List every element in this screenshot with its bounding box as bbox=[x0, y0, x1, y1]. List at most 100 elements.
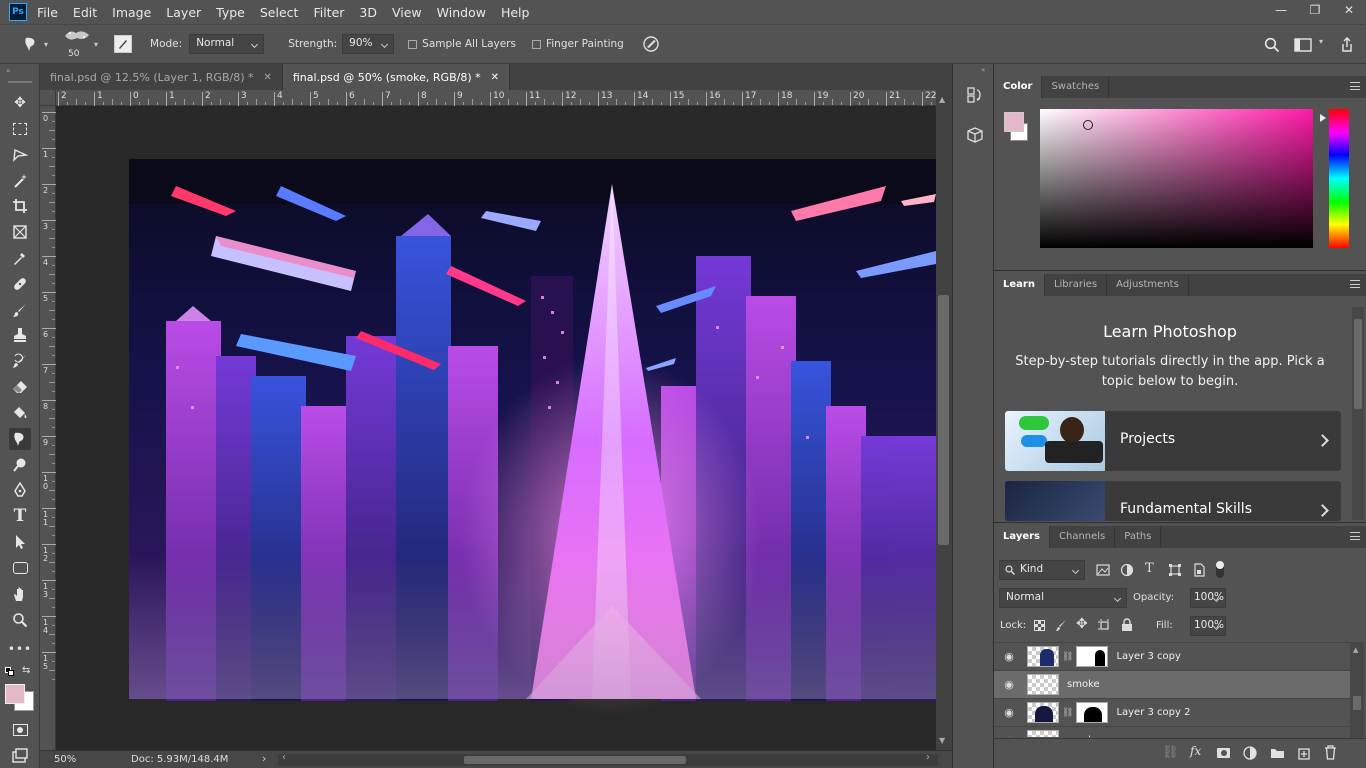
search-icon[interactable] bbox=[1264, 37, 1280, 53]
lock-position-icon[interactable]: ✥ bbox=[1076, 616, 1088, 632]
tab-paths[interactable]: Paths bbox=[1115, 526, 1162, 548]
learn-panel-menu-icon[interactable] bbox=[1350, 280, 1360, 288]
finger-painting-checkbox[interactable]: Finger Painting bbox=[531, 38, 624, 50]
color-panel-foreground-swatch[interactable] bbox=[1004, 112, 1024, 132]
screen-mode-icon[interactable] bbox=[9, 745, 31, 767]
hand-tool-icon[interactable] bbox=[9, 583, 31, 605]
zoom-tool-icon[interactable] bbox=[9, 609, 31, 631]
ruler-origin[interactable] bbox=[40, 90, 56, 106]
vertical-ruler[interactable]: 0 1 2 3 4 5 6 7 8 9 1 0 1 1 1 2 1 3 1 4 1 5 bbox=[40, 106, 56, 750]
filter-smart-object-icon[interactable] bbox=[1192, 563, 1206, 577]
preset-dropdown-arrow[interactable]: ▾ bbox=[44, 40, 48, 49]
move-tool-icon[interactable]: ✥ bbox=[9, 92, 31, 114]
layer-filter-kind-dropdown[interactable]: Kind bbox=[999, 560, 1085, 580]
menu-select[interactable]: Select bbox=[260, 5, 299, 20]
layer-mask-thumbnail[interactable] bbox=[1076, 702, 1109, 723]
trash-icon[interactable] bbox=[1324, 745, 1337, 760]
strength-field[interactable]: 90% bbox=[342, 34, 395, 54]
menu-3d[interactable]: 3D bbox=[359, 5, 377, 20]
close-button[interactable]: ✕ bbox=[1332, 0, 1366, 24]
visibility-eye-icon[interactable]: ◉ bbox=[1002, 678, 1016, 691]
more-tools-icon[interactable]: ••• bbox=[8, 638, 31, 660]
learn-panel-scrollbar-thumb[interactable] bbox=[1354, 319, 1362, 409]
layer-row-layer-3-copy[interactable]: ◉ ⛓ Layer 3 copy bbox=[994, 642, 1350, 670]
eyedropper-tool-icon[interactable] bbox=[9, 247, 31, 269]
smudge-tool-icon[interactable] bbox=[9, 428, 31, 450]
layer-name[interactable]: Layer 3 copy 2 bbox=[1116, 707, 1190, 718]
scroll-right-icon[interactable]: › bbox=[926, 752, 930, 763]
brush-preset-picker[interactable]: 50 bbox=[62, 27, 94, 61]
share-icon[interactable] bbox=[1338, 36, 1356, 54]
history-panel-icon[interactable] bbox=[966, 86, 984, 104]
scroll-down-icon[interactable]: ▼ bbox=[939, 736, 945, 745]
zoom-level[interactable]: 50% bbox=[54, 754, 76, 765]
restore-button[interactable]: ❐ bbox=[1298, 0, 1332, 24]
tab-libraries[interactable]: Libraries bbox=[1045, 274, 1108, 296]
marquee-tool-icon[interactable] bbox=[9, 118, 31, 140]
path-selection-tool-icon[interactable] bbox=[9, 531, 31, 553]
adjustment-icon[interactable] bbox=[1243, 746, 1257, 760]
filter-toggle-switch[interactable] bbox=[1216, 561, 1224, 578]
learn-card-projects[interactable]: Projects bbox=[1005, 411, 1341, 471]
mode-dropdown[interactable]: Normal bbox=[189, 34, 265, 54]
menu-file[interactable]: File bbox=[37, 5, 58, 20]
swap-colors-icon[interactable]: ⇆ bbox=[22, 665, 30, 676]
3d-panel-icon[interactable] bbox=[966, 126, 984, 144]
workspace-dropdown-arrow[interactable]: ▾ bbox=[1319, 37, 1323, 46]
menu-help[interactable]: Help bbox=[501, 5, 530, 20]
layers-scrollbar-thumb[interactable] bbox=[1353, 696, 1361, 710]
scroll-left-icon[interactable]: ‹ bbox=[282, 752, 286, 763]
collapse-toolbar-icon[interactable]: » bbox=[6, 67, 10, 75]
vertical-scrollbar[interactable]: ▲ ▼ bbox=[936, 90, 952, 750]
lock-transparent-pixels-icon[interactable] bbox=[1034, 620, 1045, 631]
tab-learn[interactable]: Learn bbox=[994, 274, 1045, 296]
lock-artboard-icon[interactable] bbox=[1098, 619, 1111, 632]
color-picker-cursor[interactable] bbox=[1083, 120, 1093, 130]
scroll-up-icon[interactable]: ▲ bbox=[939, 95, 945, 104]
type-tool-icon[interactable]: T bbox=[9, 505, 31, 527]
visibility-eye-icon[interactable]: ◉ bbox=[1002, 734, 1016, 737]
layer-mask-thumbnail[interactable] bbox=[1076, 646, 1109, 667]
visibility-eye-icon[interactable]: ◉ bbox=[1002, 650, 1016, 663]
new-layer-icon[interactable] bbox=[1297, 746, 1311, 760]
close-tab-icon[interactable]: ✕ bbox=[263, 72, 271, 83]
document-canvas-image[interactable] bbox=[56, 106, 936, 750]
smudge-tool-preset-icon[interactable] bbox=[22, 35, 40, 53]
filter-type-icon[interactable]: T bbox=[1145, 561, 1154, 576]
collapse-dock-icon[interactable]: « bbox=[981, 66, 985, 74]
menu-window[interactable]: Window bbox=[437, 5, 486, 20]
filter-pixel-icon[interactable] bbox=[1096, 563, 1110, 577]
visibility-eye-icon[interactable]: ◉ bbox=[1002, 706, 1016, 719]
tab-color[interactable]: Color bbox=[994, 76, 1043, 98]
filter-shape-icon[interactable] bbox=[1168, 563, 1182, 577]
brush-settings-panel-icon[interactable] bbox=[114, 35, 133, 53]
folder-icon[interactable] bbox=[1270, 747, 1285, 759]
menu-type[interactable]: Type bbox=[216, 5, 245, 20]
pen-tool-icon[interactable] bbox=[9, 479, 31, 501]
tab-layers[interactable]: Layers bbox=[994, 526, 1050, 548]
horizontal-scrollbar[interactable]: ‹ › bbox=[278, 752, 938, 766]
tab-channels[interactable]: Channels bbox=[1050, 526, 1116, 548]
opacity-field[interactable]: 100% bbox=[1190, 588, 1226, 608]
tab-final-layer1[interactable]: final.psd @ 12.5% (Layer 1, RGB/8) * ✕ bbox=[40, 64, 283, 90]
learn-card-fundamental-skills[interactable]: Fundamental Skills bbox=[1005, 481, 1341, 521]
sample-all-layers-checkbox[interactable]: Sample All Layers bbox=[408, 38, 516, 50]
hue-slider-handle[interactable] bbox=[1320, 114, 1326, 122]
learn-panel-scrollbar[interactable] bbox=[1352, 307, 1364, 520]
layers-scrollbar[interactable]: ▲ bbox=[1350, 642, 1364, 738]
pressure-icon[interactable] bbox=[642, 35, 660, 53]
lock-image-pixels-icon[interactable] bbox=[1055, 619, 1068, 632]
tab-swatches[interactable]: Swatches bbox=[1042, 76, 1110, 98]
layer-name[interactable]: smoke bbox=[1067, 679, 1100, 690]
workspace-icon[interactable] bbox=[1294, 37, 1312, 53]
layer-row-smoke-2[interactable]: ◉ smoke bbox=[994, 726, 1350, 737]
foreground-color-swatch[interactable] bbox=[5, 684, 25, 704]
hue-slider[interactable] bbox=[1329, 109, 1349, 248]
dodge-tool-icon[interactable] bbox=[9, 454, 31, 476]
blend-mode-dropdown[interactable]: Normal bbox=[999, 588, 1127, 608]
toolbar-grip[interactable] bbox=[8, 81, 32, 83]
layer-row-smoke[interactable]: ◉ smoke bbox=[994, 670, 1350, 698]
lock-all-icon[interactable] bbox=[1121, 618, 1133, 632]
minimize-button[interactable]: — bbox=[1264, 0, 1298, 24]
status-menu-arrow-icon[interactable]: › bbox=[262, 752, 266, 765]
